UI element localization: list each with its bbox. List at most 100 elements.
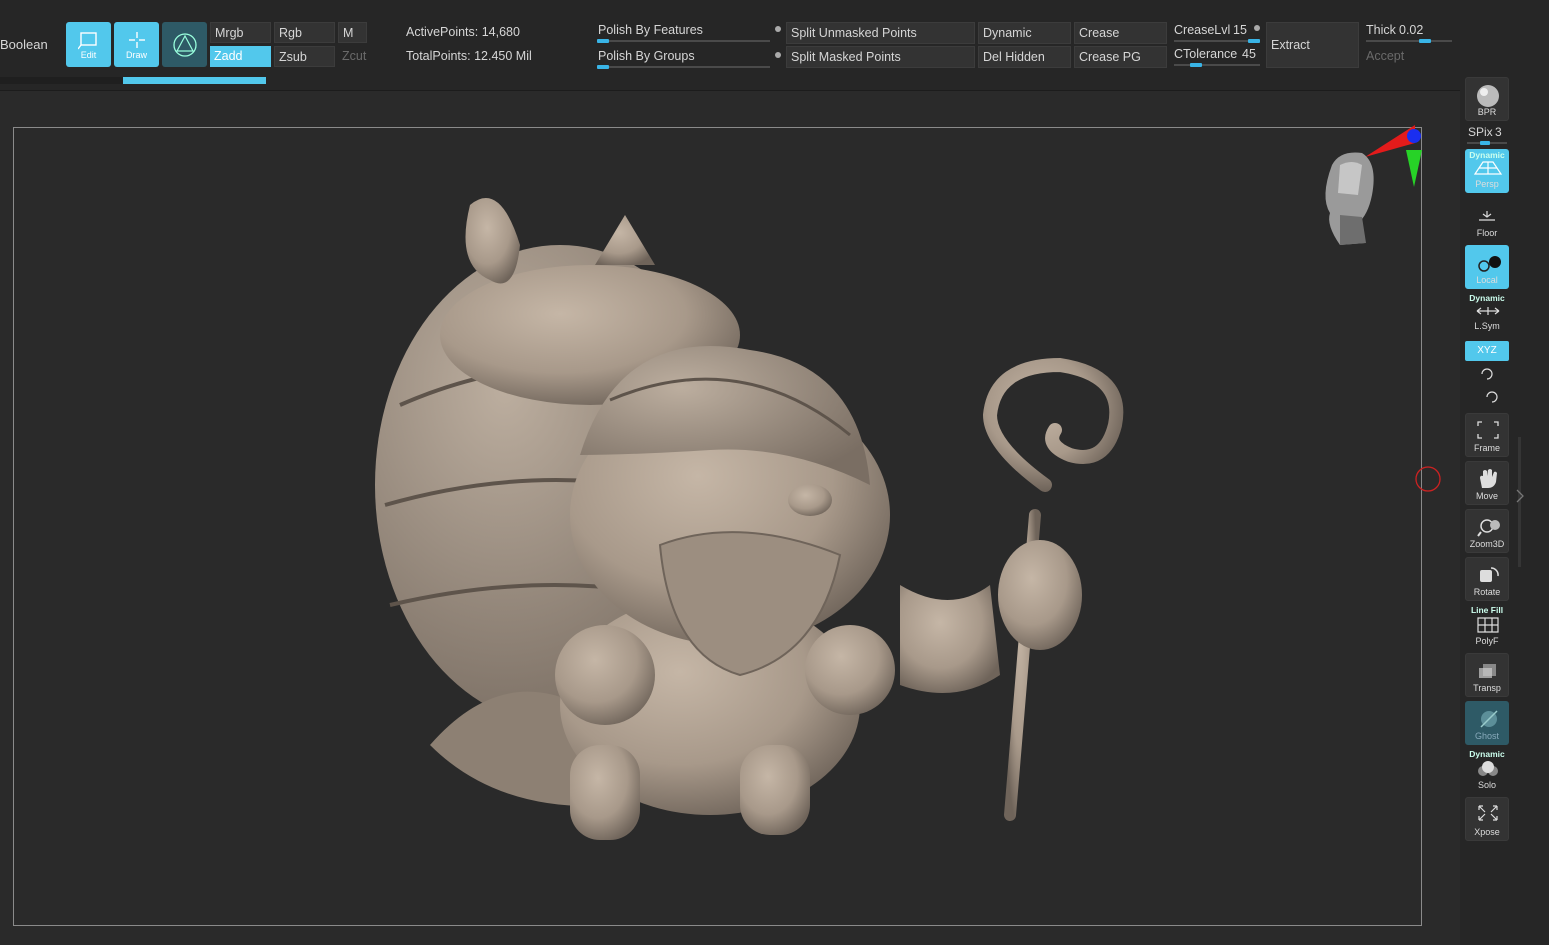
crease-button[interactable]: Crease (1074, 22, 1167, 44)
zsub-button[interactable]: Zsub (274, 46, 335, 67)
ghost-button[interactable]: Ghost (1465, 701, 1509, 745)
thick-slider[interactable] (1366, 40, 1452, 42)
persp-dynamic-label: Dynamic (1469, 150, 1505, 160)
lsym-button[interactable]: L.Sym (1465, 300, 1509, 334)
perspective-grid-icon (1473, 161, 1503, 175)
local-button[interactable]: Local (1465, 245, 1509, 289)
head-orientation-icon (1325, 152, 1374, 245)
z-axis-icon (1407, 129, 1421, 143)
active-points-readout: ActivePoints: 14,680 (406, 25, 520, 39)
symmetry-arrows-icon (1476, 307, 1500, 315)
boolean-button[interactable]: Boolean (0, 37, 48, 52)
frame-icon (1477, 421, 1499, 439)
polish-groups-slider[interactable] (597, 66, 770, 68)
polish-by-features-label[interactable]: Polish By Features (598, 23, 703, 37)
ghost-icon (1480, 710, 1498, 728)
zoom3d-label: Zoom3D (1469, 539, 1505, 549)
xpose-icon (1478, 805, 1498, 821)
draw-label: Draw (125, 50, 147, 60)
navigation-gizmo[interactable] (1310, 125, 1425, 255)
draw-button[interactable]: Draw (114, 22, 159, 67)
polish-by-groups-label[interactable]: Polish By Groups (598, 49, 695, 63)
persp-button[interactable]: Dynamic Persp (1465, 149, 1509, 193)
crease-level-fill (1248, 39, 1260, 43)
xyz-button[interactable]: XYZ (1465, 341, 1509, 361)
frame-button[interactable]: Frame (1465, 413, 1509, 457)
polyframe-icon (1477, 617, 1499, 633)
crease-level-toggle[interactable] (1254, 25, 1260, 31)
split-masked-button[interactable]: Split Masked Points (786, 46, 975, 68)
floor-icon (1479, 211, 1495, 221)
spix-label[interactable]: SPix (1468, 125, 1493, 139)
extract-button[interactable]: Extract (1266, 22, 1359, 68)
m-button[interactable]: M (338, 22, 367, 43)
sculpt-model[interactable] (370, 185, 1140, 845)
transparency-icon (1479, 664, 1496, 678)
solo-button[interactable]: Solo (1465, 749, 1509, 793)
polish-groups-toggle[interactable] (775, 52, 781, 58)
polyf-label: PolyF (1475, 636, 1499, 646)
accept-button[interactable]: Accept (1366, 49, 1404, 63)
solo-spheres-icon (1478, 761, 1498, 776)
zoom3d-button[interactable]: Zoom3D (1465, 509, 1509, 553)
ctolerance-slider[interactable] (1174, 64, 1260, 66)
rotate-label: Rotate (1473, 587, 1501, 597)
split-unmasked-button[interactable]: Split Unmasked Points (786, 22, 975, 44)
sculptris-icon (173, 33, 197, 57)
zcut-button[interactable]: Zcut (342, 49, 366, 63)
polish-features-slider[interactable] (597, 40, 770, 42)
edit-icon (78, 32, 97, 50)
transp-button[interactable]: Transp (1465, 653, 1509, 697)
move-label: Move (1475, 491, 1498, 501)
rotate-icon (1480, 567, 1499, 582)
frame-label: Frame (1473, 443, 1500, 453)
crease-level-value: 15 (1233, 23, 1247, 37)
polish-features-fill (597, 39, 609, 43)
spix-value: 3 (1495, 125, 1502, 139)
ctolerance-value: 45 (1242, 47, 1256, 61)
persp-label: Persp (1475, 179, 1499, 189)
rgb-button[interactable]: Rgb (274, 22, 335, 43)
dynamic-button[interactable]: Dynamic (978, 22, 1071, 44)
solo-label: Solo (1477, 780, 1496, 790)
brush-cursor-icon (1415, 466, 1441, 492)
total-points-readout: TotalPoints: 12.450 Mil (406, 49, 532, 63)
bpr-button[interactable]: BPR (1465, 77, 1509, 121)
rotate-z-icon[interactable] (1484, 390, 1500, 404)
y-axis-icon (1406, 150, 1422, 187)
draw-size-indicator (123, 77, 266, 84)
rotate-button[interactable]: Rotate (1465, 557, 1509, 601)
floor-button[interactable]: Floor (1465, 197, 1509, 241)
draw-size-track (0, 77, 123, 84)
del-hidden-button[interactable]: Del Hidden (978, 46, 1071, 68)
zadd-button[interactable]: Zadd (210, 46, 271, 67)
draw-icon (129, 32, 145, 48)
transp-label: Transp (1473, 683, 1501, 693)
ctolerance-label[interactable]: CTolerance (1174, 47, 1237, 61)
bpr-sphere-icon (1477, 85, 1499, 107)
ctolerance-fill (1190, 63, 1202, 67)
xpose-label: Xpose (1474, 827, 1500, 837)
tray-collapse-icon[interactable] (1515, 488, 1525, 514)
hand-icon (1480, 469, 1497, 488)
xpose-button[interactable]: Xpose (1465, 797, 1509, 841)
rotate-y-icon[interactable] (1479, 367, 1495, 381)
polish-groups-fill (597, 65, 609, 69)
thick-label[interactable]: Thick (1366, 23, 1396, 37)
move-button[interactable]: Move (1465, 461, 1509, 505)
local-label: Local (1476, 275, 1498, 285)
lsym-label: L.Sym (1474, 321, 1500, 331)
local-icon (1478, 256, 1501, 272)
thick-value: 0.02 (1399, 23, 1424, 37)
edit-label: Edit (80, 50, 97, 60)
ghost-label: Ghost (1474, 731, 1499, 741)
polish-features-toggle[interactable] (775, 26, 781, 32)
crease-level-label[interactable]: CreaseLvl (1174, 23, 1230, 37)
polyf-button[interactable]: PolyF (1465, 605, 1509, 649)
edit-button[interactable]: Edit (66, 22, 111, 67)
zoom-icon (1477, 519, 1500, 537)
floor-label: Floor (1476, 228, 1498, 238)
mrgb-button[interactable]: Mrgb (210, 22, 271, 43)
crease-pg-button[interactable]: Crease PG (1074, 46, 1167, 68)
sculptris-pro-button[interactable] (162, 22, 207, 67)
